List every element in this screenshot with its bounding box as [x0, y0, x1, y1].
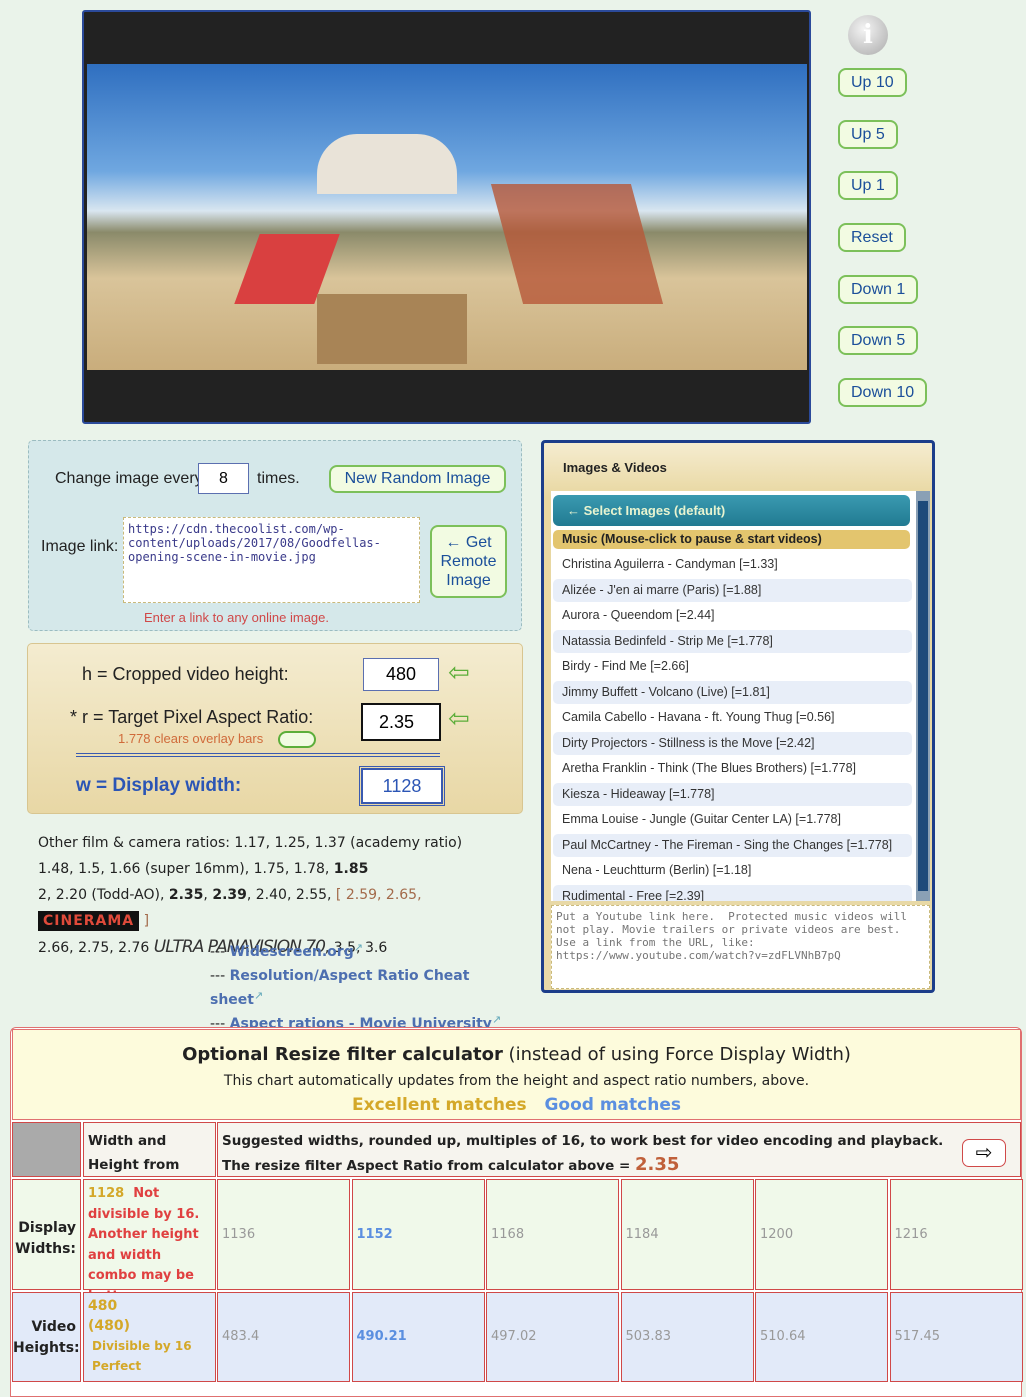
width-cell: 1152: [351, 1179, 485, 1290]
width-cell: 1136: [217, 1179, 350, 1290]
col-header-from-above: Width and Height from above: [83, 1122, 216, 1197]
width-cell: 1200: [755, 1179, 888, 1290]
display-width-output: [359, 766, 445, 806]
width-cell: 1216: [889, 1179, 1023, 1290]
current-width-cell: 1128 Not divisible by 16. Another height…: [83, 1179, 216, 1304]
scrollbar[interactable]: [916, 491, 930, 901]
select-images-button[interactable]: ← Select Images (default): [553, 495, 910, 526]
down-1-button[interactable]: Down 1: [838, 275, 919, 304]
youtube-link-input[interactable]: [551, 905, 930, 989]
col-header-suggested: Suggested widths, rounded up, multiples …: [217, 1122, 1021, 1177]
playlist-item[interactable]: Aurora - Queendom [=2.44]: [553, 604, 912, 627]
height-cell: 490.21: [351, 1292, 485, 1382]
width-value: 1216: [894, 1226, 928, 1242]
preview-image: [87, 64, 807, 370]
new-random-image-button[interactable]: New Random Image: [329, 465, 506, 493]
width-value: 1184: [625, 1226, 659, 1242]
calculator-panel: h = Cropped video height: ⇦ * r = Target…: [27, 643, 523, 814]
playlist-item[interactable]: Paul McCartney - The Fireman - Sing the …: [553, 833, 912, 857]
width-cell: 1184: [620, 1179, 754, 1290]
height-value: 490.21: [356, 1329, 407, 1344]
height-cell: 497.02: [486, 1292, 619, 1382]
playlist-item[interactable]: Natassia Bedinfeld - Strip Me [=1.778]: [553, 629, 912, 653]
height-value: 510.64: [760, 1329, 806, 1344]
image-link-hint: Enter a link to any online image.: [144, 610, 329, 625]
width-cell: 1168: [486, 1179, 619, 1290]
playlist-item[interactable]: Aretha Franklin - Think (The Blues Broth…: [553, 757, 912, 780]
down-5-button[interactable]: Down 5: [838, 326, 919, 355]
width-value: 1200: [760, 1226, 794, 1242]
images-videos-panel: Images & Videos ← Select Images (default…: [541, 440, 935, 993]
times-label: times.: [257, 470, 300, 487]
playlist-item[interactable]: Camila Cabello - Havana - ft. Young Thug…: [553, 706, 912, 729]
external-link-icon: ↗: [253, 989, 264, 1002]
row-label-heights: Video Heights:: [12, 1292, 81, 1382]
legend-excellent: Excellent matches: [352, 1095, 527, 1115]
video-preview[interactable]: [82, 10, 811, 424]
get-remote-image-button[interactable]: ← Get Remote Image: [430, 525, 507, 598]
image-link-input[interactable]: https://cdn.thecoolist.com/wp-content/up…: [123, 517, 420, 603]
playlist-list[interactable]: ← Select Images (default) Music (Mouse-c…: [551, 491, 930, 901]
change-every-label: Change image every: [55, 470, 203, 487]
height-value: 483.4: [222, 1329, 260, 1344]
external-link-icon: ↗: [491, 1013, 502, 1026]
up-5-button[interactable]: Up 5: [838, 120, 898, 149]
height-cell: 517.45: [889, 1292, 1023, 1382]
reset-button[interactable]: Reset: [838, 223, 906, 252]
corner-cell: [12, 1122, 81, 1177]
row-label-widths: Display Widths:: [12, 1179, 81, 1290]
height-cell: 503.83: [620, 1292, 754, 1382]
playlist-item[interactable]: Rudimental - Free [=2.39]: [553, 884, 912, 901]
playlist-item[interactable]: Alizée - J'en ai marre (Paris) [=1.88]: [553, 578, 912, 602]
music-header: Music (Mouse-click to pause & start vide…: [553, 530, 910, 549]
reference-links: --- Widescreen.org↗ --- Resolution/Aspec…: [210, 940, 520, 1036]
image-controls-panel: Change image every times. New Random Ima…: [28, 440, 522, 631]
change-every-input[interactable]: [198, 463, 249, 494]
legend-good: Good matches: [544, 1095, 681, 1115]
display-width-label: w = Display width:: [76, 775, 242, 796]
image-link-label: Image link:: [41, 538, 119, 555]
table-subtitle: This chart automatically updates from th…: [223, 1073, 810, 1089]
aspect-ratio-label: * r = Target Pixel Aspect Ratio:: [70, 707, 314, 727]
playlist-item[interactable]: Nena - Leuchtturm (Berlin) [=1.18]: [553, 859, 912, 882]
divider: [76, 753, 440, 757]
ratios-line: 2, 2.20 (Todd-AO), 2.35, 2.39, 2.40, 2.5…: [38, 887, 422, 931]
height-value: 497.02: [491, 1329, 537, 1344]
height-cell: 483.4: [217, 1292, 350, 1382]
clear-overlay-toggle[interactable]: [278, 731, 316, 748]
width-value: 1168: [491, 1226, 525, 1242]
link-widescreen[interactable]: --- Widescreen.org↗: [210, 940, 520, 964]
info-icon[interactable]: i: [848, 15, 888, 55]
table-title: Optional Resize filter calculator (inste…: [182, 1044, 851, 1065]
link-cheat-sheet[interactable]: --- Resolution/Aspect Ratio Cheat sheet↗: [210, 964, 520, 1012]
playlist-item[interactable]: Christina Aguilerra - Candyman [=1.33]: [553, 553, 912, 576]
cinerama-logo: CINERAMA: [38, 911, 140, 931]
external-link-icon: ↗: [353, 941, 363, 954]
arrow-left-icon: ⇦: [448, 658, 470, 688]
down-10-button[interactable]: Down 10: [838, 378, 928, 407]
width-value: 1136: [222, 1226, 256, 1242]
up-1-button[interactable]: Up 1: [838, 171, 898, 200]
up-10-button[interactable]: Up 10: [838, 68, 907, 97]
playlist-item[interactable]: Birdy - Find Me [=2.66]: [553, 655, 912, 678]
playlist-item[interactable]: Emma Louise - Jungle (Guitar Center LA) …: [553, 808, 912, 831]
width-value: 1152: [356, 1226, 393, 1242]
aspect-ratio-input[interactable]: [361, 703, 441, 741]
resize-calculator-table: Optional Resize filter calculator (inste…: [10, 1027, 1023, 1397]
height-value: 517.45: [894, 1329, 941, 1344]
height-label: h = Cropped video height:: [82, 664, 289, 684]
current-height-cell: 480 (480) Divisible by 16 Perfect: [83, 1292, 216, 1382]
ratios-line: Other film & camera ratios: 1.17, 1.25, …: [38, 835, 463, 851]
playlist-item[interactable]: Jimmy Buffett - Volcano (Live) [=1.81]: [553, 680, 912, 704]
arrow-left-icon: ⇦: [448, 704, 470, 734]
panel-title: Images & Videos: [563, 460, 667, 475]
height-cell: 510.64: [755, 1292, 888, 1382]
height-input[interactable]: [363, 658, 439, 691]
playlist-item[interactable]: Kiesza - Hideaway [=1.778]: [553, 782, 912, 806]
playlist-item[interactable]: Dirty Projectors - Stillness is the Move…: [553, 731, 912, 755]
ratios-line: 1.48, 1.5, 1.66 (super 16mm), 1.75, 1.78…: [38, 861, 369, 877]
ratio-hint: 1.778 clears overlay bars: [118, 731, 264, 746]
next-arrow-button[interactable]: ⇨: [962, 1139, 1006, 1167]
height-value: 503.83: [625, 1329, 672, 1344]
